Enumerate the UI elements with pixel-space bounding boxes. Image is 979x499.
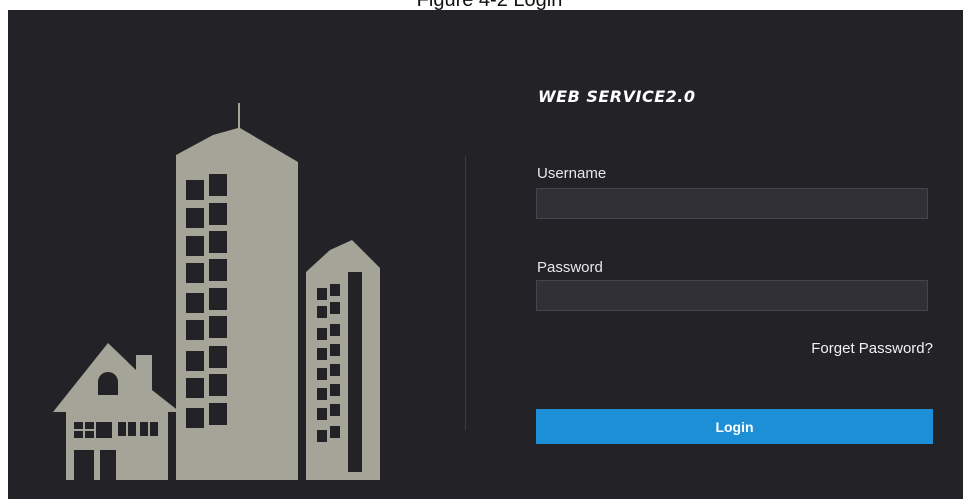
login-button[interactable]: Login <box>536 409 933 444</box>
password-input[interactable] <box>536 280 928 311</box>
forget-password-link[interactable]: Forget Password? <box>811 340 933 357</box>
username-label: Username <box>537 165 607 182</box>
brand-title: WEB SERVICE2.0 <box>538 87 696 106</box>
vertical-divider <box>465 156 466 430</box>
login-page: WEB SERVICE2.0 Username Password Forget … <box>8 10 963 499</box>
username-input[interactable] <box>536 188 928 219</box>
password-label: Password <box>537 259 603 276</box>
